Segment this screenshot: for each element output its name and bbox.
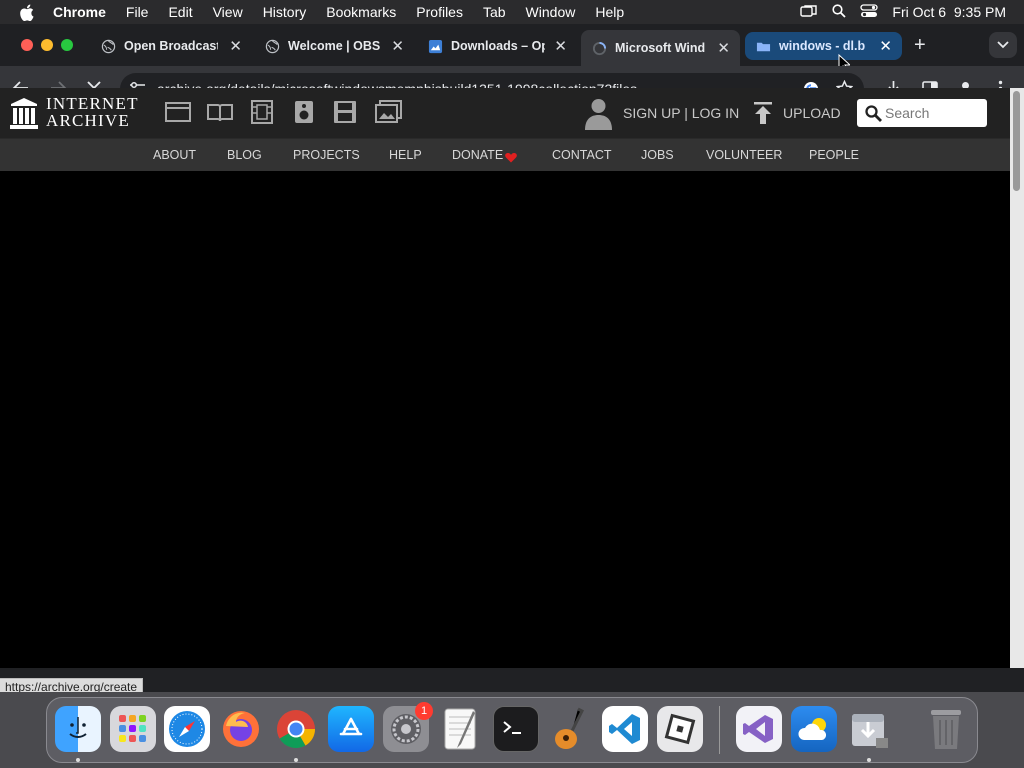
page-scrollbar[interactable] [1010, 88, 1024, 668]
menu-window[interactable]: Window [526, 4, 576, 20]
nav-projects[interactable]: PROJECTS [293, 148, 360, 162]
texts-book-icon[interactable] [207, 100, 233, 129]
upload-arrow-icon[interactable] [753, 102, 773, 129]
logo-text-archive[interactable]: ARCHIVE [46, 112, 130, 129]
weather-icon[interactable] [791, 706, 837, 752]
search-input[interactable] [885, 103, 981, 123]
search-box[interactable] [857, 99, 987, 127]
notification-badge: 1 [415, 702, 433, 720]
terminal-icon[interactable] [493, 706, 539, 752]
textedit-icon[interactable] [438, 706, 484, 752]
running-indicator [867, 758, 871, 762]
user-avatar-icon[interactable] [585, 98, 612, 135]
media-player-area[interactable] [0, 172, 1010, 668]
tab-microsoft-windows[interactable]: Microsoft Wind ✕ [581, 30, 740, 66]
tab-title: windows - dl.b [779, 39, 866, 53]
web-page: INTERNET ARCHIVE SIGN UP | LOG IN UPLOAD [0, 88, 1010, 668]
vscode-icon[interactable] [602, 706, 648, 752]
tab-open-broadcast[interactable]: Open Broadcast ✕ [90, 32, 252, 60]
visual-studio-icon[interactable] [736, 706, 782, 752]
menu-view[interactable]: View [213, 4, 243, 20]
app-store-icon[interactable] [328, 706, 374, 752]
menu-datetime[interactable]: Fri Oct 6 9:35 PM [892, 4, 1006, 20]
tab-title: Open Broadcast [124, 39, 218, 53]
apple-icon[interactable] [19, 4, 37, 21]
nav-volunteer[interactable]: VOLUNTEER [706, 148, 782, 162]
safari-icon[interactable] [164, 706, 210, 752]
upload-link[interactable]: UPLOAD [783, 105, 841, 121]
globe-icon [264, 38, 280, 54]
nav-help[interactable]: HELP [389, 148, 422, 162]
tab-welcome-obs[interactable]: Welcome | OBS ✕ [254, 32, 414, 60]
menu-file[interactable]: File [126, 4, 149, 20]
search-icon[interactable] [865, 105, 882, 127]
close-icon[interactable]: ✕ [717, 39, 730, 57]
finder-icon[interactable] [55, 706, 101, 752]
tab-title: Microsoft Wind [615, 41, 706, 55]
launchpad-icon[interactable] [110, 706, 156, 752]
close-window-button[interactable] [21, 39, 33, 51]
close-icon[interactable]: ✕ [229, 37, 242, 55]
ia-top-bar: INTERNET ARCHIVE SIGN UP | LOG IN UPLOAD [0, 88, 1010, 138]
nav-people[interactable]: PEOPLE [809, 148, 859, 162]
ia-nav-bar: ABOUT BLOG PROJECTS HELP DONATE CONTACT … [0, 138, 1010, 171]
nav-jobs[interactable]: JOBS [641, 148, 674, 162]
archive-building-icon[interactable] [10, 98, 38, 134]
tab-strip: Open Broadcast ✕ Welcome | OBS ✕ Downloa… [0, 24, 1024, 66]
software-floppy-icon[interactable] [333, 100, 357, 129]
zoom-window-button[interactable] [61, 39, 73, 51]
running-indicator [76, 758, 80, 762]
menu-bar: Chrome File Edit View History Bookmarks … [0, 0, 1024, 24]
spotlight-search-icon[interactable] [832, 3, 847, 21]
web-archive-icon[interactable] [165, 100, 191, 129]
tab-title: Welcome | OBS [288, 39, 381, 53]
nav-blog[interactable]: BLOG [227, 148, 262, 162]
chevron-down-icon [997, 41, 1009, 49]
close-icon[interactable]: ✕ [554, 37, 567, 55]
menu-tab[interactable]: Tab [483, 4, 506, 20]
close-icon[interactable]: ✕ [391, 37, 404, 55]
screen-mirroring-icon[interactable] [800, 4, 818, 21]
trash-icon[interactable] [923, 706, 969, 752]
heart-icon [505, 150, 517, 168]
minimize-window-button[interactable] [41, 39, 53, 51]
nav-about[interactable]: ABOUT [153, 148, 196, 162]
signup-login-link[interactable]: SIGN UP | LOG IN [623, 105, 739, 121]
menu-bookmarks[interactable]: Bookmarks [326, 4, 396, 20]
tab-downloads[interactable]: Downloads – Op ✕ [417, 32, 577, 60]
loading-spinner-icon [591, 40, 607, 56]
garageband-icon[interactable] [547, 706, 593, 752]
control-center-icon[interactable] [860, 3, 879, 21]
image-favicon-icon [427, 38, 443, 54]
images-icon[interactable] [375, 100, 402, 129]
dock: 1 [46, 697, 978, 763]
video-film-icon[interactable] [249, 100, 275, 129]
logo-text-internet[interactable]: INTERNET [46, 95, 139, 112]
nav-donate[interactable]: DONATE [452, 148, 503, 162]
chrome-icon[interactable] [273, 706, 319, 752]
menu-history[interactable]: History [263, 4, 307, 20]
nav-contact[interactable]: CONTACT [552, 148, 612, 162]
tab-windows-dl[interactable]: windows - dl.b ✕ [745, 32, 902, 60]
tab-title: Downloads – Op [451, 39, 545, 53]
menu-help[interactable]: Help [595, 4, 624, 20]
dock-separator [719, 706, 720, 754]
menu-profiles[interactable]: Profiles [416, 4, 463, 20]
folder-icon [755, 38, 771, 54]
audio-speaker-icon[interactable] [293, 100, 315, 129]
new-tab-button[interactable]: + [914, 34, 926, 57]
scrollbar-thumb[interactable] [1013, 91, 1020, 191]
globe-icon [100, 38, 116, 54]
close-icon[interactable]: ✕ [879, 37, 892, 55]
downloads-folder-icon[interactable] [846, 706, 892, 752]
menu-edit[interactable]: Edit [168, 4, 192, 20]
roblox-icon[interactable] [657, 706, 703, 752]
firefox-icon[interactable] [218, 706, 264, 752]
tab-search-button[interactable] [989, 32, 1017, 58]
running-indicator [294, 758, 298, 762]
menu-app-name[interactable]: Chrome [53, 4, 106, 20]
